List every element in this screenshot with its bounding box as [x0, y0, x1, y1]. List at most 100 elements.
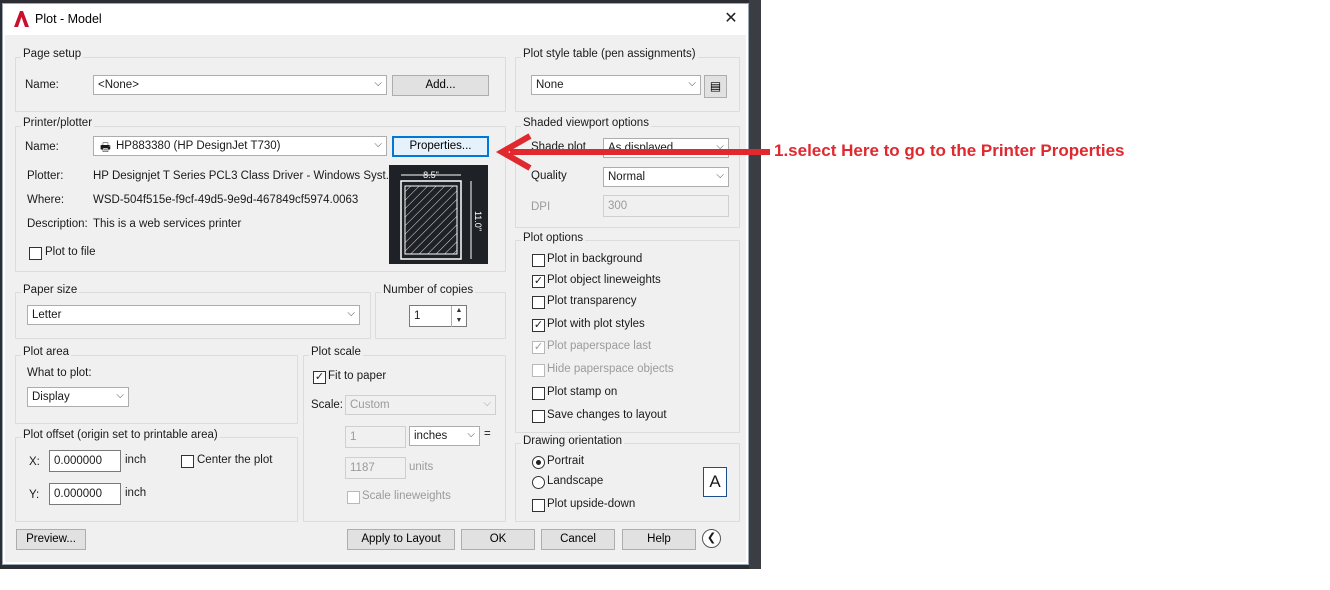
center-plot-label[interactable]: Center the plot: [197, 454, 272, 466]
plot-area-title: Plot area: [21, 346, 72, 358]
equals-sign: =: [484, 428, 491, 440]
plot-option-label[interactable]: Save changes to layout: [547, 409, 667, 421]
plot-option-label[interactable]: Plot object lineweights: [547, 274, 661, 286]
scale-unit-combo[interactable]: inches ⌵: [409, 426, 480, 446]
collapse-options-icon[interactable]: ❮: [702, 529, 721, 548]
offset-y-unit: inch: [125, 487, 147, 499]
plot-options-group: [515, 240, 740, 433]
plot-option-label[interactable]: Hide paperspace objects: [547, 363, 674, 375]
dpi-label: DPI: [531, 201, 551, 213]
chevron-down-icon: ⌵: [347, 308, 355, 319]
scale-unit-value: inches: [414, 430, 448, 442]
edit-plot-style-icon[interactable]: ▤: [704, 75, 727, 98]
plot-options-title: Plot options: [521, 232, 586, 244]
plot-option-label[interactable]: Plot in background: [547, 253, 642, 265]
plot-option-checkbox[interactable]: [532, 296, 545, 309]
page-setup-title: Page setup: [21, 48, 84, 60]
title-bar: Plot - Model ✕: [3, 4, 748, 34]
dpi-input[interactable]: 300: [603, 195, 729, 217]
page-setup-name-value: <None>: [98, 79, 139, 91]
printer-name-label: Name:: [25, 141, 59, 153]
dialog-client: Page setup Name: <None> ⌵ Add... Printer…: [5, 35, 746, 562]
center-plot-checkbox[interactable]: [181, 455, 194, 468]
plot-option-label[interactable]: Plot with plot styles: [547, 318, 645, 330]
add-button[interactable]: Add...: [392, 75, 489, 96]
fit-to-paper-checkbox[interactable]: ✓: [313, 371, 326, 384]
what-to-plot-value: Display: [32, 391, 70, 403]
properties-button[interactable]: Properties...: [392, 136, 489, 157]
spin-up-icon[interactable]: ▲: [452, 306, 466, 316]
where-label: Where:: [27, 194, 65, 206]
offset-x-unit: inch: [125, 454, 147, 466]
radio-selected-dot: [536, 460, 541, 465]
plot-option-checkbox[interactable]: [532, 410, 545, 423]
scale-value1-input[interactable]: 1: [345, 426, 406, 448]
paper-preview: 8.5" 11.0": [389, 165, 488, 264]
scale-combo[interactable]: Custom ⌵: [345, 395, 496, 415]
printer-name-combo[interactable]: 🖶 HP883380 (HP DesignJet T730) ⌵: [93, 136, 387, 156]
copies-spinner[interactable]: ▲ ▼: [451, 306, 466, 327]
plotter-value: HP Designjet T Series PCL3 Class Driver …: [93, 170, 396, 182]
page-setup-name-combo[interactable]: <None> ⌵: [93, 75, 387, 95]
scale-lineweights-label[interactable]: Scale lineweights: [362, 490, 451, 502]
autocad-logo-icon: [14, 11, 29, 27]
chevron-down-icon: ⌵: [374, 78, 382, 89]
spin-down-icon[interactable]: ▼: [452, 316, 466, 326]
orientation-title: Drawing orientation: [521, 435, 625, 447]
what-to-plot-label: What to plot:: [27, 367, 92, 379]
help-button[interactable]: Help: [622, 529, 696, 550]
printer-icon: 🖶: [100, 142, 111, 154]
scale-lineweights-checkbox[interactable]: [347, 491, 360, 504]
fit-to-paper-label[interactable]: Fit to paper: [328, 370, 386, 382]
cancel-button[interactable]: Cancel: [541, 529, 615, 550]
copies-value: 1: [414, 310, 421, 322]
close-icon[interactable]: ✕: [720, 9, 742, 29]
plot-option-checkbox[interactable]: ✓: [532, 341, 545, 354]
plot-option-label[interactable]: Plot paperspace last: [547, 340, 651, 352]
plot-style-value: None: [536, 79, 564, 91]
plot-option-checkbox[interactable]: [532, 387, 545, 400]
plot-option-checkbox[interactable]: ✓: [532, 275, 545, 288]
scale-label: Scale:: [311, 399, 343, 411]
landscape-label[interactable]: Landscape: [547, 475, 603, 487]
paper-size-value: Letter: [32, 309, 62, 321]
portrait-label[interactable]: Portrait: [547, 455, 584, 467]
upside-down-label[interactable]: Plot upside-down: [547, 498, 635, 510]
plot-style-combo[interactable]: None ⌵: [531, 75, 701, 95]
upside-down-checkbox[interactable]: [532, 499, 545, 512]
printer-title: Printer/plotter: [21, 117, 95, 129]
apply-to-layout-button[interactable]: Apply to Layout: [347, 529, 455, 550]
where-value: WSD-504f515e-f9cf-49d5-9e9d-467849cf5974…: [93, 194, 359, 206]
plot-option-checkbox[interactable]: [532, 364, 545, 377]
scale-value2-input[interactable]: 1187: [345, 457, 406, 479]
annotation-text: 1.select Here to go to the Printer Prope…: [774, 141, 1125, 160]
what-to-plot-combo[interactable]: Display ⌵: [27, 387, 129, 407]
plot-scale-title: Plot scale: [309, 346, 363, 358]
plot-option-checkbox[interactable]: [532, 254, 545, 267]
portrait-radio[interactable]: [532, 456, 545, 469]
landscape-radio[interactable]: [532, 476, 545, 489]
ok-button[interactable]: OK: [461, 529, 535, 550]
preview-height-label: 11.0": [473, 211, 483, 231]
paper-size-title: Paper size: [21, 284, 80, 296]
paper-size-combo[interactable]: Letter ⌵: [27, 305, 360, 325]
preview-button[interactable]: Preview...: [16, 529, 86, 550]
plot-option-label[interactable]: Plot stamp on: [547, 386, 617, 398]
chevron-down-icon: ⌵: [374, 139, 382, 150]
copies-input[interactable]: 1 ▲ ▼: [409, 305, 467, 327]
background-strip: [749, 0, 761, 569]
plot-option-checkbox[interactable]: ✓: [532, 319, 545, 332]
chevron-down-icon: ⌵: [688, 78, 696, 89]
chevron-down-icon: ⌵: [116, 390, 124, 401]
printable-area: [404, 185, 458, 255]
description-label: Description:: [27, 218, 88, 230]
plot-to-file-checkbox[interactable]: [29, 247, 42, 260]
offset-y-input[interactable]: 0.000000: [49, 483, 121, 505]
shaded-title: Shaded viewport options: [521, 117, 651, 129]
plot-to-file-label[interactable]: Plot to file: [45, 246, 96, 258]
page-setup-name-label: Name:: [25, 79, 59, 91]
plot-offset-title: Plot offset (origin set to printable are…: [21, 429, 220, 441]
portrait-orientation-icon: A: [703, 467, 727, 497]
offset-x-input[interactable]: 0.000000: [49, 450, 121, 472]
plot-option-label[interactable]: Plot transparency: [547, 295, 637, 307]
